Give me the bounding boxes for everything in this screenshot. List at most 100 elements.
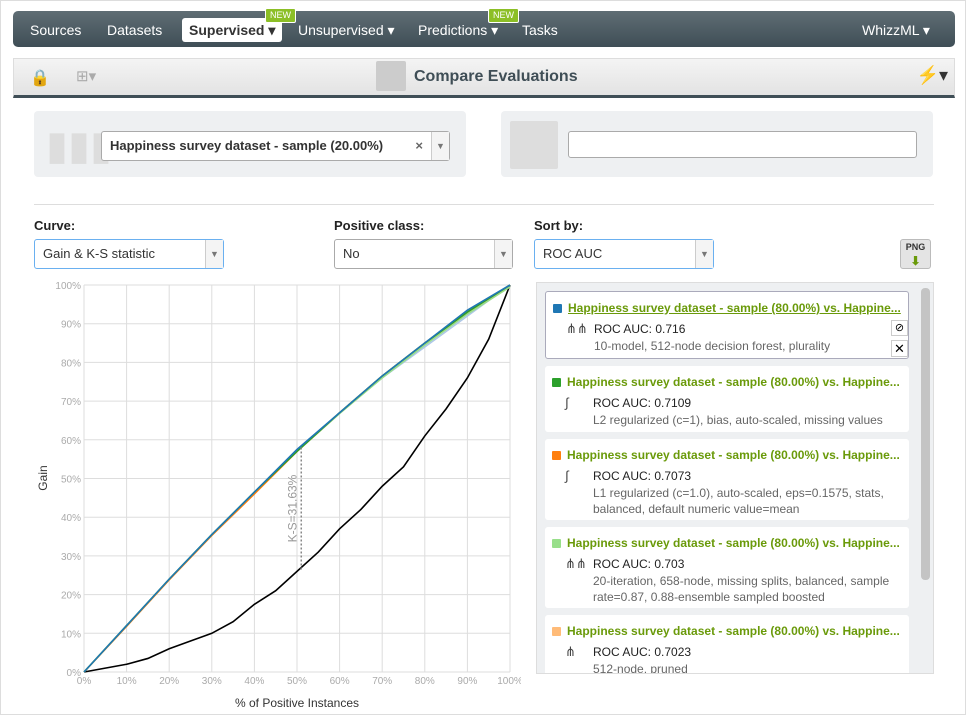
color-swatch [552,378,561,387]
sort-select[interactable]: ROC AUC ▼ [534,239,714,269]
tree-menu-icon[interactable]: ⊞▾ [76,67,96,85]
x-tick-label: 80% [415,676,435,687]
x-tick-label: 70% [372,676,392,687]
roc-auc: ROC AUC: 0.7109 [593,396,692,410]
evaluation-description: L2 regularized (c=1), bias, auto-scaled,… [593,413,883,427]
evaluation-list: Happiness survey dataset - sample (80.00… [536,282,934,674]
x-tick-label: 90% [457,676,477,687]
download-icon: ⬇ [910,254,921,268]
y-axis-label: Gain [36,465,50,490]
evaluation-title[interactable]: Happiness survey dataset - sample (80.00… [567,536,902,550]
evaluation-title[interactable]: Happiness survey dataset - sample (80.00… [567,448,902,462]
lock-icon[interactable]: 🔒 [30,68,50,88]
color-swatch [552,539,561,548]
x-tick-label: 10% [117,676,137,687]
evaluation-description: 20-iteration, 658-node, missing splits, … [593,574,890,604]
png-download-button[interactable]: PNG ⬇ [900,239,931,269]
compare-icon [510,121,558,169]
page-title: Compare Evaluations [414,68,578,85]
evaluation-card[interactable]: Happiness survey dataset - sample (80.00… [545,366,909,432]
nav-datasets[interactable]: Datasets [107,11,162,47]
x-tick-label: 30% [202,676,222,687]
png-label: PNG [905,242,926,252]
nav-tasks[interactable]: Tasks [522,11,558,47]
model-icon: ⋔ [565,644,576,659]
y-tick-label: 80% [61,358,81,369]
x-axis-label: % of Positive Instances [235,696,359,710]
ensemble-icon: ⋔⋔ [566,321,588,336]
nav-label: Unsupervised [298,22,384,38]
roc-auc: ROC AUC: 0.703 [593,557,685,571]
ks-label: K-S=31.63% [285,474,299,542]
y-tick-label: 40% [61,513,81,524]
sort-value: ROC AUC [543,246,603,261]
chevron-down-icon: ▼ [494,240,512,268]
nav-whizzml[interactable]: WhizzML ▾ [862,11,930,47]
model-panel [501,111,933,177]
dataset-icon: ▮▮▮ [46,124,113,168]
roc-auc: ROC AUC: 0.7073 [593,469,692,483]
y-tick-label: 70% [61,397,81,408]
y-tick-label: 0% [67,668,82,679]
color-swatch [552,451,561,460]
curve-select[interactable]: Gain & K-S statistic ▼ [34,239,224,269]
model-input[interactable] [568,131,917,158]
close-icon[interactable]: ✕ [891,340,908,357]
x-tick-label: 20% [159,676,179,687]
evaluation-description: L1 regularized (c=1.0), auto-scaled, eps… [593,486,884,516]
hide-icon[interactable]: ⊘ [891,320,908,336]
y-tick-label: 100% [55,281,81,292]
positive-class-label: Positive class: [334,218,425,233]
curve-label: Curve: [34,218,76,233]
clear-icon[interactable]: × [415,132,423,160]
positive-class-select[interactable]: No ▼ [334,239,513,269]
roc-auc: ROC AUC: 0.7023 [593,645,692,659]
nav-unsupervised[interactable]: Unsupervised ▾ [298,11,395,47]
x-tick-label: 40% [244,676,264,687]
evaluation-card[interactable]: Happiness survey dataset - sample (80.00… [545,527,909,608]
nav-label: WhizzML [862,22,920,38]
divider [34,204,934,205]
scrollbar[interactable] [921,288,930,580]
toolbar: 🔒 ⊞▾ Compare Evaluations ⚡▾ [13,58,955,98]
new-badge: NEW [488,8,519,23]
evaluation-card[interactable]: Happiness survey dataset - sample (80.00… [545,615,909,674]
y-tick-label: 10% [61,629,81,640]
chevron-down-icon: ▼ [431,132,449,160]
actions-icon[interactable]: ⚡▾ [917,65,948,86]
evaluation-title[interactable]: Happiness survey dataset - sample (80.00… [568,301,903,315]
evaluation-description: 10-model, 512-node decision forest, plur… [594,339,831,353]
nav-predictions[interactable]: Predictions ▾ [418,11,498,47]
nav-label: Predictions [418,22,488,38]
positive-class-value: No [343,246,360,261]
y-tick-label: 60% [61,436,81,447]
dataset-select[interactable]: Happiness survey dataset - sample (20.00… [101,131,450,161]
sort-label: Sort by: [534,218,584,233]
evaluation-description: 512-node, pruned [593,662,688,674]
color-swatch [552,627,561,636]
roc-auc: ROC AUC: 0.716 [594,322,686,336]
gain-chart: 0%0%10%10%20%20%30%30%40%40%50%50%60%60%… [36,281,521,710]
y-tick-label: 20% [61,591,81,602]
chevron-down-icon: ▼ [695,240,713,268]
y-tick-label: 90% [61,320,81,331]
x-tick-label: 60% [330,676,350,687]
y-tick-label: 50% [61,475,81,486]
y-tick-label: 30% [61,552,81,563]
compare-icon [376,61,406,91]
evaluation-title[interactable]: Happiness survey dataset - sample (80.00… [567,375,902,389]
color-swatch [553,304,562,313]
dataset-panel: ▮▮▮ Happiness survey dataset - sample (2… [34,111,466,177]
chevron-down-icon: ▼ [205,240,223,268]
logistic-icon: ∫ [565,468,569,483]
logistic-icon: ∫ [565,395,569,410]
dataset-value: Happiness survey dataset - sample (20.00… [110,138,384,153]
curve-value: Gain & K-S statistic [43,246,155,261]
new-badge: NEW [265,8,296,23]
evaluation-title[interactable]: Happiness survey dataset - sample (80.00… [567,624,902,638]
x-tick-label: 50% [287,676,307,687]
evaluation-card[interactable]: Happiness survey dataset - sample (80.00… [545,439,909,520]
nav-sources[interactable]: Sources [30,11,81,47]
evaluation-card[interactable]: Happiness survey dataset - sample (80.00… [545,291,909,359]
nav-label: Supervised [189,22,265,38]
